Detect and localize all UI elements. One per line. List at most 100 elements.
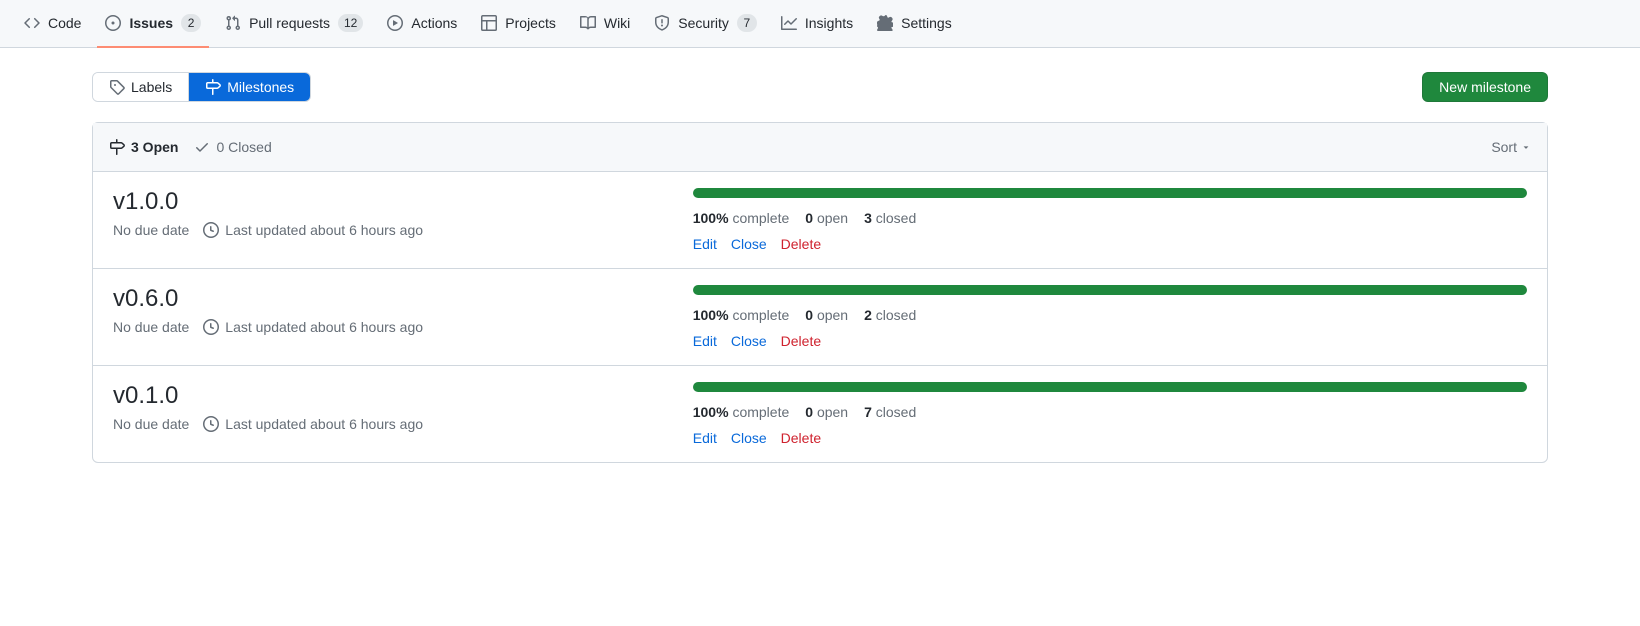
tag-icon [109, 79, 125, 95]
stat-open: 0 [805, 404, 813, 420]
stat-complete-label: complete [732, 307, 789, 323]
triangle-down-icon [1521, 142, 1531, 152]
milestone-updated: Last updated about 6 hours ago [203, 416, 423, 432]
tab-pulls-label: Pull requests [249, 15, 330, 31]
graph-icon [781, 15, 797, 31]
new-milestone-button[interactable]: New milestone [1422, 72, 1548, 102]
clock-icon [203, 319, 219, 335]
pulls-count-badge: 12 [338, 14, 363, 32]
stat-open-label: open [817, 210, 848, 226]
stat-closed: 3 [864, 210, 872, 226]
check-icon [194, 139, 210, 155]
tab-wiki[interactable]: Wiki [572, 0, 638, 48]
tab-wiki-label: Wiki [604, 15, 630, 31]
milestone-stats: 100% complete 0 open 2 closed [693, 307, 1527, 323]
subnav-labels[interactable]: Labels [93, 73, 189, 101]
stat-open: 0 [805, 307, 813, 323]
stat-closed-link[interactable]: 3 closed [864, 210, 916, 226]
milestone-stats: 100% complete 0 open 3 closed [693, 210, 1527, 226]
milestone-due: No due date [113, 319, 189, 335]
tab-actions-label: Actions [411, 15, 457, 31]
milestone-updated-text: Last updated about 6 hours ago [225, 416, 423, 432]
milestone-icon [109, 139, 125, 155]
clock-icon [203, 222, 219, 238]
tab-issues-label: Issues [129, 15, 173, 31]
delete-link[interactable]: Delete [781, 333, 821, 349]
state-filters: 3 Open 0 Closed [109, 139, 272, 155]
shield-icon [654, 15, 670, 31]
tab-actions[interactable]: Actions [379, 0, 465, 48]
stat-open: 0 [805, 210, 813, 226]
milestone-progress-bar [693, 382, 1527, 392]
stat-open-label: open [817, 307, 848, 323]
tab-projects[interactable]: Projects [473, 0, 564, 48]
subnav-milestones-label: Milestones [227, 79, 294, 95]
milestone-due: No due date [113, 416, 189, 432]
subnav: Labels Milestones New milestone [92, 72, 1548, 102]
milestone-title[interactable]: v0.1.0 [113, 382, 178, 409]
stat-percent: 100% [693, 404, 729, 420]
close-link[interactable]: Close [731, 236, 767, 252]
delete-link[interactable]: Delete [781, 430, 821, 446]
tab-issues[interactable]: Issues 2 [97, 0, 209, 48]
close-link[interactable]: Close [731, 430, 767, 446]
stat-complete-label: complete [732, 404, 789, 420]
milestone-icon [205, 79, 221, 95]
stat-complete-label: complete [732, 210, 789, 226]
milestone-list: v1.0.0 No due date Last updated about 6 … [93, 172, 1547, 462]
milestone-row: v0.6.0 No due date Last updated about 6 … [93, 269, 1547, 366]
milestone-stats: 100% complete 0 open 7 closed [693, 404, 1527, 420]
filter-closed-label: 0 Closed [216, 139, 271, 155]
edit-link[interactable]: Edit [693, 236, 717, 252]
tab-pulls[interactable]: Pull requests 12 [217, 0, 371, 48]
milestone-title[interactable]: v1.0.0 [113, 188, 178, 215]
book-icon [580, 15, 596, 31]
subnav-milestones[interactable]: Milestones [189, 73, 310, 101]
milestone-updated: Last updated about 6 hours ago [203, 319, 423, 335]
subnav-links: Labels Milestones [92, 72, 311, 102]
security-count-badge: 7 [737, 14, 757, 32]
tab-settings[interactable]: Settings [869, 0, 960, 48]
filter-open-label: 3 Open [131, 139, 178, 155]
milestone-due: No due date [113, 222, 189, 238]
milestone-title[interactable]: v0.6.0 [113, 285, 178, 312]
clock-icon [203, 416, 219, 432]
edit-link[interactable]: Edit [693, 430, 717, 446]
milestone-updated: Last updated about 6 hours ago [203, 222, 423, 238]
stat-open-link[interactable]: 0 open [805, 307, 848, 323]
stat-percent: 100% [693, 210, 729, 226]
tab-insights-label: Insights [805, 15, 853, 31]
filter-closed[interactable]: 0 Closed [194, 139, 271, 155]
milestone-updated-text: Last updated about 6 hours ago [225, 222, 423, 238]
stat-open-link[interactable]: 0 open [805, 210, 848, 226]
issues-count-badge: 2 [181, 14, 201, 32]
play-icon [387, 15, 403, 31]
stat-open-link[interactable]: 0 open [805, 404, 848, 420]
filter-open[interactable]: 3 Open [109, 139, 178, 155]
stat-closed-label: closed [876, 307, 916, 323]
gear-icon [877, 15, 893, 31]
stat-closed-link[interactable]: 2 closed [864, 307, 916, 323]
stat-closed: 7 [864, 404, 872, 420]
stat-closed: 2 [864, 307, 872, 323]
tab-security[interactable]: Security 7 [646, 0, 765, 48]
stat-percent: 100% [693, 307, 729, 323]
edit-link[interactable]: Edit [693, 333, 717, 349]
close-link[interactable]: Close [731, 333, 767, 349]
tab-projects-label: Projects [505, 15, 556, 31]
milestone-updated-text: Last updated about 6 hours ago [225, 319, 423, 335]
tab-settings-label: Settings [901, 15, 952, 31]
subnav-labels-label: Labels [131, 79, 172, 95]
milestone-row: v1.0.0 No due date Last updated about 6 … [93, 172, 1547, 269]
stat-open-label: open [817, 404, 848, 420]
tab-insights[interactable]: Insights [773, 0, 861, 48]
milestone-progress-bar [693, 188, 1527, 198]
table-icon [481, 15, 497, 31]
milestones-box-header: 3 Open 0 Closed Sort [93, 123, 1547, 172]
tab-code[interactable]: Code [16, 0, 89, 48]
tab-security-label: Security [678, 15, 729, 31]
sort-button[interactable]: Sort [1491, 139, 1531, 155]
delete-link[interactable]: Delete [781, 236, 821, 252]
stat-closed-link[interactable]: 7 closed [864, 404, 916, 420]
milestone-row: v0.1.0 No due date Last updated about 6 … [93, 366, 1547, 462]
